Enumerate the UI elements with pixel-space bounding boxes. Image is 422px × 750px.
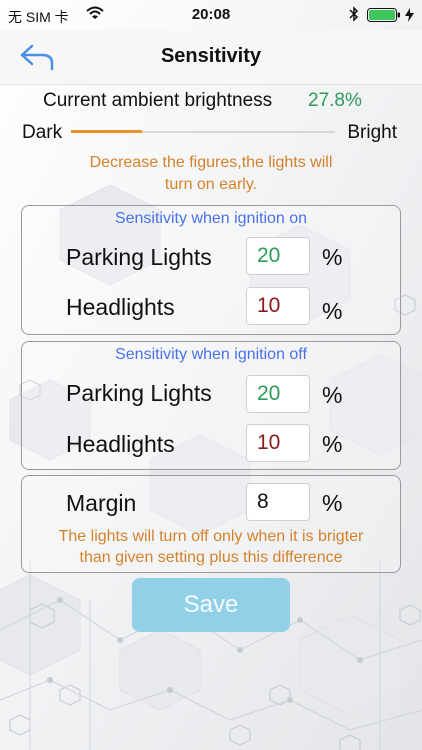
- panel-title: Sensitivity when ignition on: [114, 210, 308, 227]
- headlights-label: Headlights: [66, 294, 175, 320]
- battery-icon: [367, 8, 400, 22]
- percent-unit: %: [322, 382, 343, 408]
- percent-unit: %: [322, 244, 343, 270]
- ambient-brightness-value: 27.8%: [308, 90, 362, 111]
- margin-hint: The lights will turn off only when it is…: [22, 526, 400, 568]
- parking-lights-label: Parking Lights: [66, 244, 212, 270]
- status-bar: 无 SIM 卡 20:08: [0, 0, 422, 30]
- margin-input[interactable]: [246, 483, 310, 521]
- page-title: Sensitivity: [160, 45, 262, 67]
- hint-line: turn on early.: [164, 176, 258, 193]
- charging-icon: [405, 8, 414, 22]
- save-button[interactable]: Save: [132, 578, 290, 632]
- panel-title: Sensitivity when ignition off: [115, 346, 307, 363]
- margin-label: Margin: [66, 490, 137, 516]
- ignition-off-panel: Sensitivity when ignition off Parking Li…: [21, 341, 401, 470]
- ignition-on-headlights-input[interactable]: [246, 287, 310, 325]
- ignition-off-headlights-input[interactable]: [246, 424, 310, 462]
- headlights-label: Headlights: [66, 431, 175, 457]
- parking-lights-label: Parking Lights: [66, 380, 212, 406]
- slider-min-label: Dark: [22, 122, 63, 143]
- hint-line: The lights will turn off only when it is…: [58, 528, 364, 545]
- percent-unit: %: [322, 431, 343, 457]
- percent-unit: %: [322, 490, 343, 516]
- margin-panel: Margin % The lights will turn off only w…: [21, 475, 401, 573]
- brightness-slider[interactable]: [71, 122, 335, 142]
- navigation-bar: Sensitivity: [0, 30, 422, 85]
- hint-line: than given setting plus this difference: [79, 549, 343, 566]
- ignition-on-panel: Sensitivity when ignition on Parking Lig…: [21, 205, 401, 335]
- ambient-brightness-label: Current ambient brightness: [43, 90, 273, 111]
- percent-unit: %: [322, 298, 343, 324]
- ignition-off-parking-lights-input[interactable]: [246, 375, 310, 413]
- slider-fill: [71, 130, 143, 133]
- sensitivity-hint: Decrease the figures,the lights will tur…: [30, 152, 392, 196]
- slider-max-label: Bright: [347, 122, 397, 143]
- bluetooth-icon: [349, 6, 359, 22]
- hint-line: Decrease the figures,the lights will: [89, 154, 333, 171]
- ignition-on-parking-lights-input[interactable]: [246, 237, 310, 275]
